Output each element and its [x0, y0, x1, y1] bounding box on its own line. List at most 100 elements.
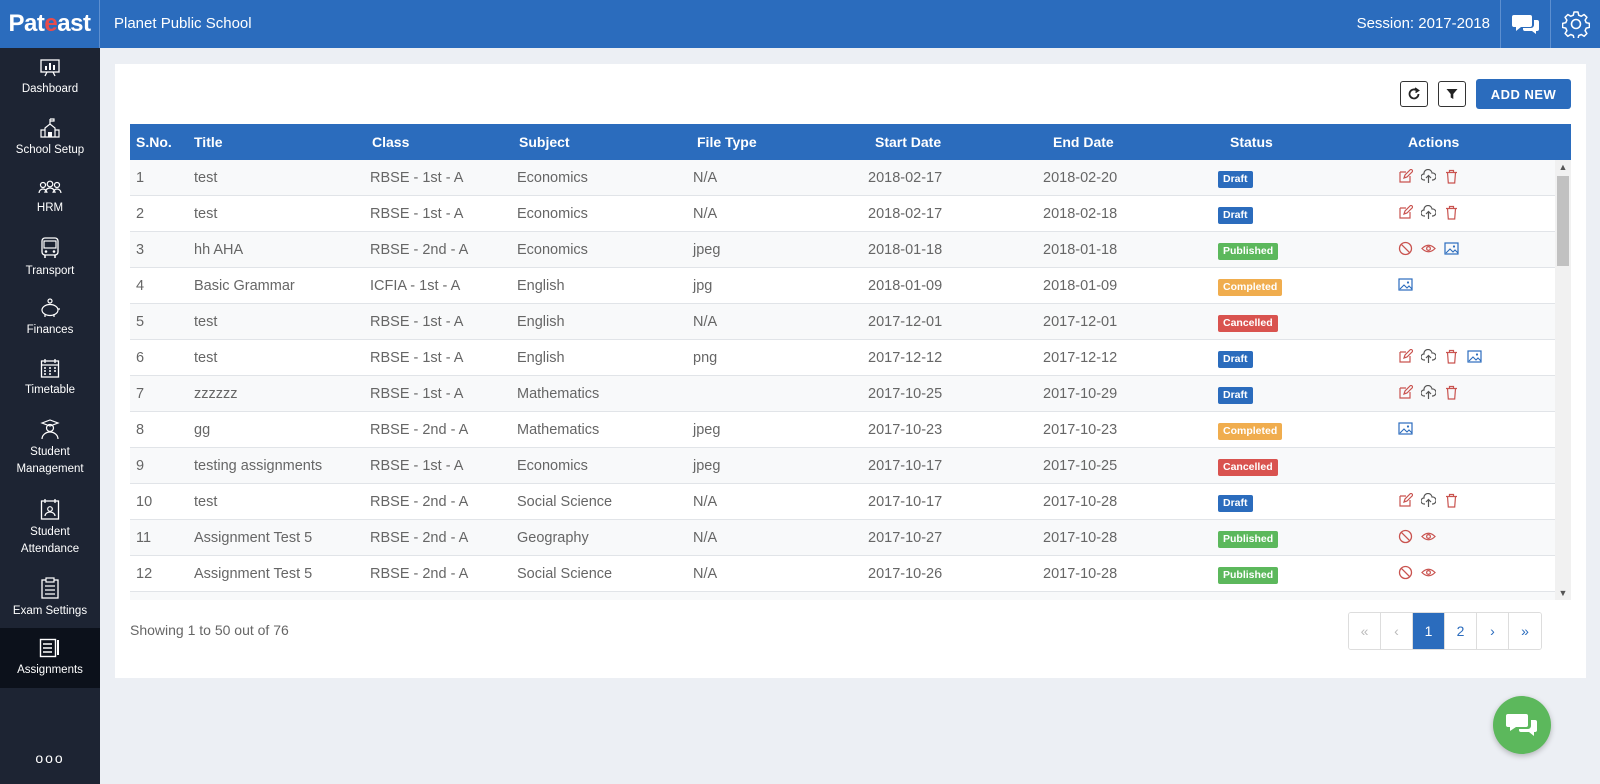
- refresh-button[interactable]: [1400, 81, 1428, 107]
- chat-support-button[interactable]: [1493, 696, 1551, 754]
- table-row[interactable]: 4 Basic Grammar ICFIA - 1st - A English jpg 2…: [130, 268, 1571, 304]
- next-page-button[interactable]: ›: [1477, 613, 1509, 649]
- page-2-button[interactable]: 2: [1445, 613, 1477, 649]
- upload-icon[interactable]: [1421, 493, 1436, 508]
- cell-sno: 7: [136, 386, 145, 402]
- sidebar-item-exam-settings[interactable]: Exam Settings: [0, 568, 100, 628]
- cell-start: 2018-01-09: [868, 278, 943, 294]
- cell-title: Assignment Test 5: [194, 566, 313, 582]
- status-badge: Published: [1218, 567, 1279, 584]
- delete-icon[interactable]: [1444, 493, 1459, 508]
- cancel-icon[interactable]: [1398, 241, 1413, 256]
- upload-icon[interactable]: [1421, 169, 1436, 184]
- more-menu-icon[interactable]: ooo: [0, 750, 100, 766]
- sidebar-item-transport[interactable]: Transport: [0, 228, 100, 288]
- column-header[interactable]: Class: [372, 134, 409, 150]
- app-logo[interactable]: Pat e ast: [0, 0, 100, 48]
- table-row[interactable]: 10 test RBSE - 2nd - A Social Science N/A 201…: [130, 484, 1571, 520]
- cell-file: N/A: [693, 314, 718, 330]
- status-badge: Draft: [1218, 207, 1253, 224]
- edit-icon[interactable]: [1398, 169, 1413, 184]
- cell-start: 2017-10-27: [868, 530, 943, 546]
- column-header[interactable]: End Date: [1053, 134, 1114, 150]
- scroll-down-icon[interactable]: ▼: [1555, 586, 1571, 600]
- eye-icon[interactable]: [1421, 529, 1436, 544]
- last-page-button[interactable]: »: [1509, 613, 1541, 649]
- image-icon[interactable]: [1467, 349, 1482, 364]
- table-row[interactable]: 5 test RBSE - 1st - A English N/A 2017-12-01 2…: [130, 304, 1571, 340]
- prev-page-button[interactable]: ‹: [1381, 613, 1413, 649]
- settings-button[interactable]: [1550, 0, 1600, 48]
- cancel-icon[interactable]: [1398, 565, 1413, 580]
- table-row[interactable]: 8 gg RBSE - 2nd - A Mathematics jpeg 2017-10-…: [130, 412, 1571, 448]
- cell-start: 2017-12-12: [868, 350, 943, 366]
- table-row[interactable]: 11 Assignment Test 5 RBSE - 2nd - A Geograp…: [130, 520, 1571, 556]
- table-header: S.No. Title Class Subject File Type Star…: [130, 124, 1571, 160]
- table-row[interactable]: 6 test RBSE - 1st - A English png 2017-12-12 2…: [130, 340, 1571, 376]
- cancel-icon[interactable]: [1398, 529, 1413, 544]
- delete-icon[interactable]: [1444, 205, 1459, 220]
- cell-title: test: [194, 170, 218, 186]
- image-icon[interactable]: [1444, 241, 1459, 256]
- column-header[interactable]: Subject: [519, 134, 570, 150]
- image-icon[interactable]: [1398, 277, 1413, 292]
- page-1-button[interactable]: 1: [1413, 613, 1445, 649]
- piggy-bank-icon: [41, 298, 60, 317]
- table-row[interactable]: 12 Assignment Test 5 RBSE - 2nd - A Social …: [130, 556, 1571, 592]
- edit-icon[interactable]: [1398, 205, 1413, 220]
- cell-title: Assignment Test 5: [194, 530, 313, 546]
- upload-icon[interactable]: [1421, 205, 1436, 220]
- cell-sno: 10: [136, 494, 153, 510]
- table-row[interactable]: 1 test RBSE - 1st - A Economics N/A 2018-02-1…: [130, 160, 1571, 196]
- cell-sno: 4: [136, 278, 145, 294]
- sidebar-item-school-setup[interactable]: School Setup: [0, 108, 100, 168]
- sidebar-item-student-management[interactable]: Student Management: [0, 408, 100, 488]
- cell-file: N/A: [693, 494, 718, 510]
- sidebar-item-finances[interactable]: Finances: [0, 288, 100, 348]
- eye-icon[interactable]: [1421, 241, 1436, 256]
- eye-icon[interactable]: [1421, 565, 1436, 580]
- column-header[interactable]: Title: [194, 134, 223, 150]
- sidebar-item-student-attendance[interactable]: Student Attendance: [0, 488, 100, 568]
- scrollbar-thumb[interactable]: [1557, 176, 1569, 266]
- edit-icon[interactable]: [1398, 493, 1413, 508]
- table-row[interactable]: 13Assignment Test 3RBSE - 2nd - AMathema…: [130, 592, 1571, 600]
- cell-end: 2018-01-09: [1043, 278, 1118, 294]
- messages-button[interactable]: [1500, 0, 1550, 48]
- cell-class: RBSE - 2nd - A: [370, 242, 469, 258]
- cell-file: jpeg: [693, 242, 721, 258]
- cell-end: 2018-01-18: [1043, 242, 1118, 258]
- column-header[interactable]: Start Date: [875, 134, 941, 150]
- delete-icon[interactable]: [1444, 385, 1459, 400]
- cell-file: N/A: [693, 170, 718, 186]
- edit-icon[interactable]: [1398, 349, 1413, 364]
- first-page-button[interactable]: «: [1349, 613, 1381, 649]
- delete-icon[interactable]: [1444, 349, 1459, 364]
- filter-button[interactable]: [1438, 81, 1466, 107]
- sidebar-item-hrm[interactable]: HRM: [0, 168, 100, 228]
- upload-icon[interactable]: [1421, 385, 1436, 400]
- edit-icon[interactable]: [1398, 385, 1413, 400]
- status-badge: Completed: [1218, 279, 1283, 296]
- table-row[interactable]: 9 testing assignments RBSE - 1st - A Econom…: [130, 448, 1571, 484]
- table-row[interactable]: 7 zzzzzz RBSE - 1st - A Mathematics 2017-10-…: [130, 376, 1571, 412]
- scroll-up-icon[interactable]: ▲: [1555, 160, 1571, 174]
- cell-title: gg: [194, 422, 211, 438]
- sidebar-item-dashboard[interactable]: Dashboard: [0, 48, 100, 108]
- status-badge: Draft: [1218, 351, 1253, 368]
- upload-icon[interactable]: [1421, 349, 1436, 364]
- cell-subject: English: [517, 278, 565, 294]
- add-new-button[interactable]: ADD NEW: [1476, 79, 1571, 109]
- image-icon[interactable]: [1398, 421, 1413, 436]
- table-scrollbar[interactable]: ▲ ▼: [1555, 160, 1571, 600]
- table-row[interactable]: 2 test RBSE - 1st - A Economics N/A 2018-02-1…: [130, 196, 1571, 232]
- column-header[interactable]: S.No.: [136, 134, 172, 150]
- column-header[interactable]: File Type: [697, 134, 757, 150]
- delete-icon[interactable]: [1444, 169, 1459, 184]
- table-row[interactable]: 3 hh AHA RBSE - 2nd - A Economics jpeg 2018-0…: [130, 232, 1571, 268]
- cell-file: jpeg: [693, 458, 721, 474]
- table-body[interactable]: 1 test RBSE - 1st - A Economics N/A 2018-02-1…: [130, 160, 1571, 600]
- sidebar-item-timetable[interactable]: Timetable: [0, 348, 100, 408]
- column-header[interactable]: Status: [1230, 134, 1273, 150]
- sidebar-item-assignments[interactable]: Assignments: [0, 628, 100, 688]
